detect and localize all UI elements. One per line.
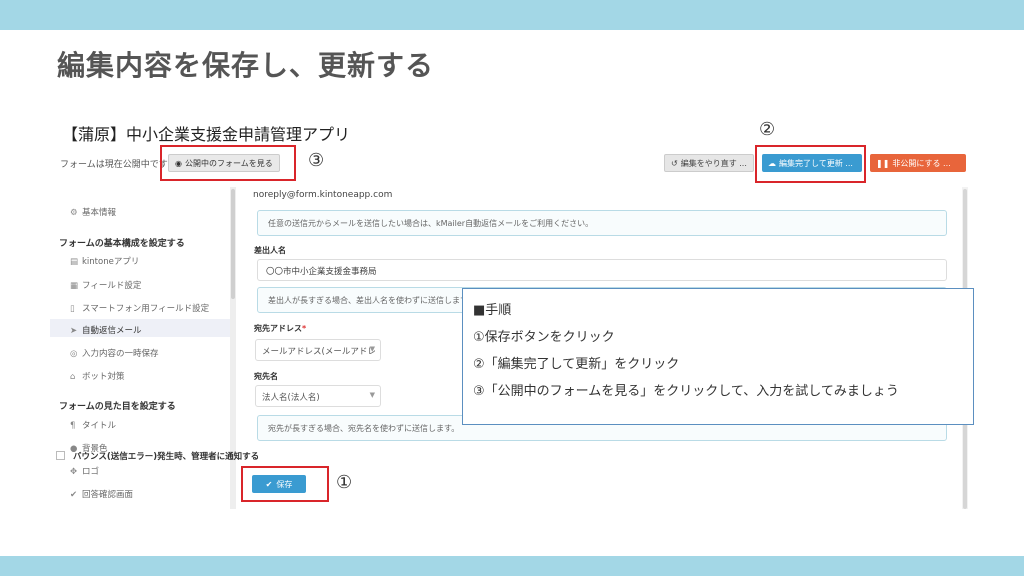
undo-icon: ↺	[671, 158, 678, 168]
sidebar-item-basic-info[interactable]: ⚙ 基本情報	[70, 206, 116, 218]
sidebar-item-label: フィールド設定	[82, 281, 142, 291]
slide-title: 編集内容を保存し、更新する	[57, 49, 435, 82]
phone-icon: ▯	[70, 304, 75, 314]
form-status-text: フォームは現在公開中です	[60, 160, 168, 170]
sidebar-item-label: ボット対策	[82, 372, 125, 382]
pause-icon: ❚❚	[876, 158, 890, 168]
redo-edit-label: 編集をやり直す ...	[680, 158, 747, 168]
grid-icon: ▦	[70, 281, 79, 291]
to-address-value: メールアドレス(メールアドレ	[262, 347, 376, 357]
gear-icon: ⚙	[70, 208, 78, 218]
to-address-label: 宛先アドレス*	[254, 323, 306, 334]
step-3: ③「公開中のフォームを見る」をクリックして、入力を試してみましょう	[473, 384, 899, 399]
sidebar-item-auto-reply[interactable]: ➤ 自動返信メール	[70, 324, 142, 336]
redo-edit-button[interactable]: ↺ 編集をやり直す ...	[664, 154, 754, 172]
sender-email-text: noreply@form.kintoneapp.com	[253, 190, 393, 200]
bottom-band	[0, 556, 1024, 576]
sidebar-heading-structure: フォームの基本構成を設定する	[59, 239, 185, 249]
sidebar-item-label: ロゴ	[82, 467, 100, 477]
checkbox-box[interactable]	[56, 451, 65, 460]
to-address-label-text: 宛先アドレス	[254, 324, 302, 333]
sidebar-item-title[interactable]: ¶ タイトル	[70, 419, 116, 431]
sidebar-item-bot-protection[interactable]: ⌂ ボット対策	[70, 370, 125, 382]
to-name-value: 法人名(法人名)	[262, 393, 320, 403]
unpublish-button[interactable]: ❚❚ 非公開にする ...	[870, 154, 966, 172]
annotation-3: ③	[308, 150, 325, 171]
to-name-select[interactable]: 法人名(法人名) ▼	[255, 385, 381, 407]
file-icon: ▤	[70, 257, 79, 267]
highlight-view-public	[160, 145, 296, 181]
bounce-notify-label: バウンス(送信エラー)発生時、管理者に通知する	[73, 452, 260, 462]
sidebar-item-smartphone-fields[interactable]: ▯ スマートフォン用フィールド設定	[70, 302, 209, 314]
chevron-down-icon: ▼	[369, 391, 375, 399]
sidebar-item-field-settings[interactable]: ▦ フィールド設定	[70, 279, 141, 291]
required-mark: *	[302, 324, 307, 333]
to-address-select[interactable]: メールアドレス(メールアドレ ▼	[255, 339, 381, 361]
sidebar-scrollbar-thumb[interactable]	[231, 189, 235, 299]
annotation-1: ①	[336, 472, 353, 493]
top-band	[0, 0, 1024, 30]
logo-icon: ✥	[70, 467, 78, 477]
sender-name-input[interactable]: 〇〇市中小企業支援金事務局	[257, 259, 947, 281]
sidebar-item-label: 自動返信メール	[82, 326, 142, 336]
highlight-save	[241, 466, 329, 502]
sidebar-item-temp-save[interactable]: ◎ 入力内容の一時保存	[70, 347, 159, 359]
check-icon: ✔	[70, 490, 78, 500]
app-title: 【蒲原】中小企業支援金申請管理アプリ	[62, 125, 351, 144]
unpublish-label: 非公開にする ...	[892, 158, 951, 168]
paragraph-icon: ¶	[70, 421, 76, 431]
steps-heading: ■手順	[473, 303, 512, 318]
to-name-label: 宛先名	[254, 372, 278, 381]
sidebar-item-label: タイトル	[82, 421, 117, 431]
bounce-notify-checkbox[interactable]: バウンス(送信エラー)発生時、管理者に通知する	[56, 450, 259, 462]
sidebar-item-label: 回答確認画面	[82, 490, 134, 500]
sidebar-item-label: 基本情報	[82, 208, 117, 218]
highlight-finish-update	[755, 145, 866, 183]
info-sender-notice: 任意の送信元からメールを送信したい場合は、kMailer自動返信メールをご利用く…	[257, 210, 947, 236]
sidebar-heading-appearance: フォームの見た目を設定する	[59, 402, 176, 412]
annotation-2: ②	[759, 119, 776, 140]
sidebar-item-kintone-app[interactable]: ▤ kintoneアプリ	[70, 255, 139, 267]
sidebar-item-label: スマートフォン用フィールド設定	[82, 304, 210, 314]
step-2: ②「編集完了して更新」をクリック	[473, 357, 680, 372]
list-icon: ◎	[70, 349, 78, 359]
sidebar-item-label: kintoneアプリ	[82, 257, 140, 267]
send-icon: ➤	[70, 326, 78, 336]
steps-callout: ■手順 ①保存ボタンをクリック ②「編集完了して更新」をクリック ③「公開中のフ…	[462, 288, 974, 425]
sender-name-label: 差出人名	[254, 246, 286, 255]
sidebar-item-confirm-screen[interactable]: ✔ 回答確認画面	[70, 488, 133, 500]
robot-icon: ⌂	[70, 372, 76, 382]
step-1: ①保存ボタンをクリック	[473, 330, 615, 345]
sidebar-item-logo[interactable]: ✥ ロゴ	[70, 465, 99, 477]
sidebar-item-label: 入力内容の一時保存	[82, 349, 159, 359]
chevron-down-icon: ▼	[369, 345, 375, 353]
